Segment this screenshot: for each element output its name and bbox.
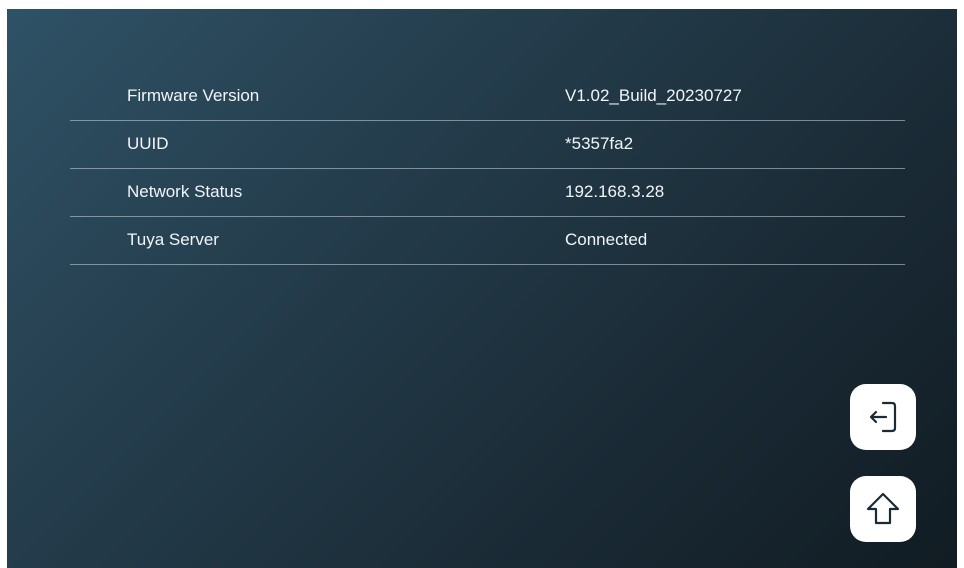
uuid-label: UUID bbox=[127, 134, 169, 153]
firmware-version-value: V1.02_Build_20230727 bbox=[565, 86, 742, 105]
network-status-value: 192.168.3.28 bbox=[565, 182, 665, 201]
device-info-table: Firmware Version V1.02_Build_20230727 UU… bbox=[70, 73, 905, 265]
device-info-screen: Firmware Version V1.02_Build_20230727 UU… bbox=[7, 9, 957, 568]
home-icon bbox=[866, 492, 900, 525]
network-status-label: Network Status bbox=[127, 182, 243, 201]
back-button[interactable] bbox=[850, 384, 916, 450]
home-button[interactable] bbox=[850, 476, 916, 542]
info-row-firmware-version: Firmware Version V1.02_Build_20230727 bbox=[70, 73, 905, 121]
firmware-version-label: Firmware Version bbox=[127, 86, 260, 105]
tuya-server-label: Tuya Server bbox=[127, 230, 219, 249]
uuid-value: *5357fa2 bbox=[565, 134, 634, 153]
exit-arrow-icon bbox=[869, 401, 897, 433]
tuya-server-value: Connected bbox=[565, 230, 648, 249]
info-row-network-status: Network Status 192.168.3.28 bbox=[70, 169, 905, 217]
info-row-tuya-server: Tuya Server Connected bbox=[70, 217, 905, 265]
info-row-uuid: UUID *5357fa2 bbox=[70, 121, 905, 169]
